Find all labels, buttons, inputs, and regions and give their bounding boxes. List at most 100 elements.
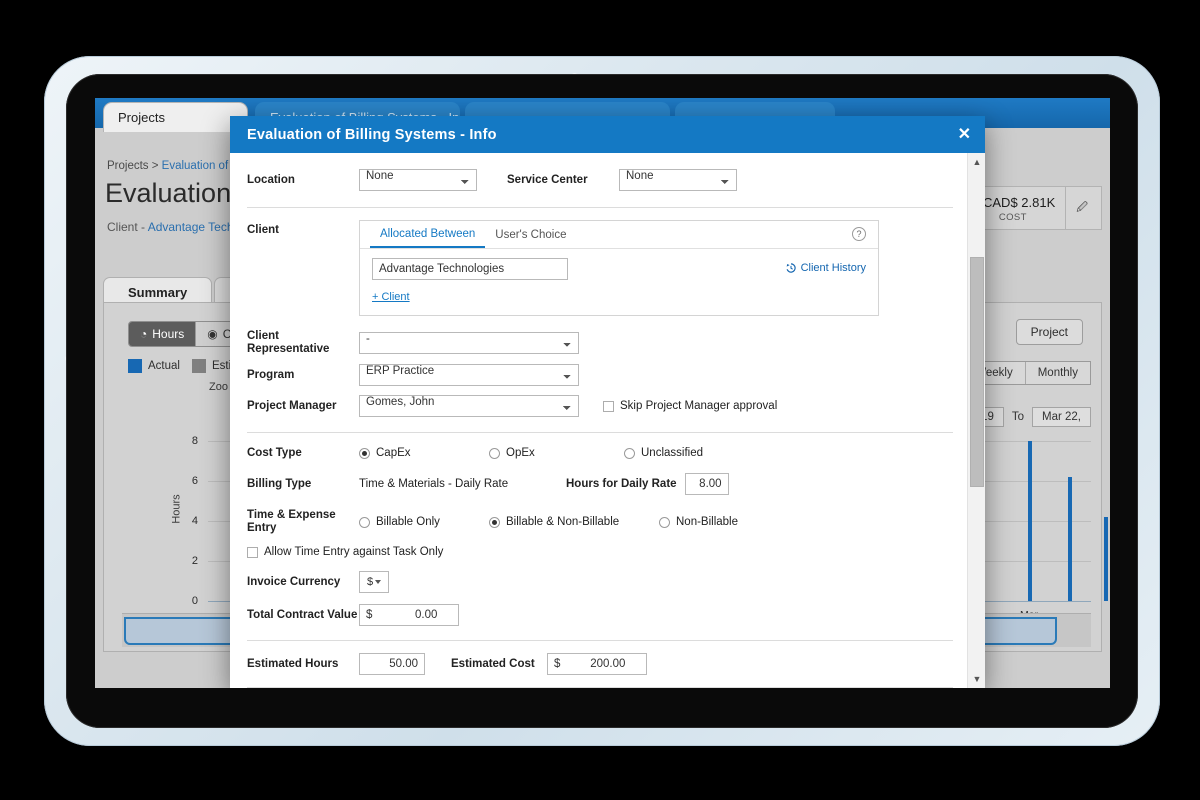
invoice-currency-label: Invoice Currency [247,575,341,588]
history-icon [786,263,796,273]
bar[interactable] [1068,477,1072,601]
client-card: Allocated Between User's Choice ? + Clie… [359,220,879,316]
program-label: Program [247,369,295,381]
option-label: Unclassified [641,447,703,459]
cost-type-option-capex[interactable]: CapEx [359,447,489,459]
option-label: Billable & Non-Billable [506,516,620,528]
option-label: OpEx [506,447,535,459]
total-contract-value-field[interactable]: $ [359,604,459,626]
kpi-attachments[interactable]: 🖉 [1066,187,1101,229]
row-billing-type: Billing Type Time & Materials - Daily Ra… [247,469,953,499]
project-manager-value: Gomes, John [366,396,435,408]
estimated-cost-input[interactable] [563,654,632,674]
estimated-cost-field[interactable]: $ [547,653,647,675]
cost-type-radio-capex[interactable] [359,447,370,459]
location-label: Location [247,174,295,186]
billing-type-value: Time & Materials - Daily Rate [359,478,509,490]
y-tick: 4 [191,515,198,527]
kpi-value: CAD$ 2.81K [983,194,1056,210]
tab-label: Summary [128,285,188,300]
metric-toggle-hours[interactable]: ◔ Hours [129,322,197,346]
currency-symbol: $ [554,658,561,670]
legend-swatch-actual [128,359,142,373]
chevron-down-icon [375,579,382,584]
program-select[interactable]: ERP Practice [359,364,579,386]
time-expense-option-billable-only[interactable]: Billable Only [359,516,489,528]
row-cost-type: Cost Type CapEx OpEx Unclassified [247,437,953,469]
modal-scrollbar[interactable]: ▲ ▼ [967,153,985,688]
scrollbar-thumb[interactable] [970,257,984,487]
paperclip-icon: 🖉 [1076,202,1088,214]
metric-toggle-label: Hours [152,327,185,341]
row-location: Location None Service Center None [247,153,953,207]
client-history-label: Client History [800,262,866,274]
allow-task-only-option[interactable]: Allow Time Entry against Task Only [247,546,443,558]
cost-type-option-unclassified[interactable]: Unclassified [624,447,703,459]
chart-y-axis-title: Hours [170,494,183,524]
location-value: None [366,170,394,182]
time-expense-radio-billable-nonbillable[interactable] [489,516,500,528]
currency-symbol: $ [366,609,373,621]
modal-header: Evaluation of Billing Systems - Info ✕ [230,116,985,153]
cost-type-radio-opex[interactable] [489,447,500,459]
bar[interactable] [1028,441,1032,601]
modal-title: Evaluation of Billing Systems - Info [247,126,497,143]
chart-legend: Actual Estim [128,359,241,373]
location-select[interactable]: None [359,169,477,191]
cost-type-label: Cost Type [247,447,302,459]
allow-task-only-checkbox[interactable] [247,546,258,558]
browser-tab-label: Projects [118,110,165,125]
caret-up-icon[interactable]: ▲ [968,153,985,171]
client-representative-select[interactable]: - [359,332,579,354]
option-label: CapEx [376,447,411,459]
page-subtitle: Client - Advantage Techno [107,220,247,234]
cost-type-radio-unclassified[interactable] [624,447,635,459]
add-client-link[interactable]: + Client [372,291,410,303]
row-time-expense-entry: Time & Expense Entry Billable Only Billa… [247,505,953,539]
skip-pm-approval-checkbox[interactable] [603,400,614,412]
chart-zoom-label[interactable]: Zoo [209,381,228,393]
project-manager-select[interactable]: Gomes, John [359,395,579,417]
granularity-monthly[interactable]: Monthly [1025,362,1090,384]
row-invoice-currency: Invoice Currency $ [247,565,953,598]
client-input[interactable] [372,258,568,280]
client-history-link[interactable]: Client History [785,262,866,274]
skip-pm-approval-label: Skip Project Manager approval [620,400,778,412]
project-button[interactable]: Project [1015,319,1083,345]
client-tab-bar: Allocated Between User's Choice ? [360,221,878,249]
time-expense-radio-nonbillable[interactable] [659,516,670,528]
skip-pm-approval-option[interactable]: Skip Project Manager approval [603,400,777,412]
total-contract-value-label: Total Contract Value [247,609,358,621]
time-expense-radio-billable-only[interactable] [359,516,370,528]
client-tab-users-choice[interactable]: User's Choice [485,221,576,248]
breadcrumb-prefix: Projects > [107,160,162,172]
invoice-currency-select[interactable]: $ [359,570,389,593]
client-representative-label: Client Representative [247,330,330,355]
bar[interactable] [1104,517,1108,601]
row-client-representative: Client Representative - [247,326,953,360]
divider [247,432,953,433]
browser-tab-projects[interactable]: Projects [103,102,248,132]
client-representative-value: - [366,333,370,345]
time-expense-option-nonbillable[interactable]: Non-Billable [659,516,738,528]
breadcrumb[interactable]: Projects > Evaluation of B [107,160,239,172]
question-circle-icon[interactable]: ? [852,227,866,241]
time-expense-option-billable-nonbillable[interactable]: Billable & Non-Billable [489,516,659,528]
service-center-select[interactable]: None [619,169,737,191]
kpi-label: COST [998,211,1027,223]
y-tick: 8 [191,435,198,447]
breadcrumb-current: Evaluation of B [161,160,240,172]
caret-down-icon[interactable]: ▼ [968,670,985,688]
row-program: Program ERP Practice [247,360,953,390]
cost-type-option-opex[interactable]: OpEx [489,447,624,459]
legend-label-actual: Actual [148,360,180,372]
hours-for-daily-rate-input[interactable] [684,473,729,495]
option-label: Non-Billable [676,516,739,528]
close-icon[interactable]: ✕ [958,126,971,143]
estimated-hours-input[interactable] [359,653,425,675]
client-tab-allocated-between[interactable]: Allocated Between [370,221,486,248]
total-contract-value-input[interactable] [375,605,444,625]
row-allow-task-only: Allow Time Entry against Task Only [247,539,953,565]
row-total-contract-value: Total Contract Value $ [247,598,953,632]
screenshot-root: Projects Evaluation of Billing Systems -… [0,0,1200,800]
